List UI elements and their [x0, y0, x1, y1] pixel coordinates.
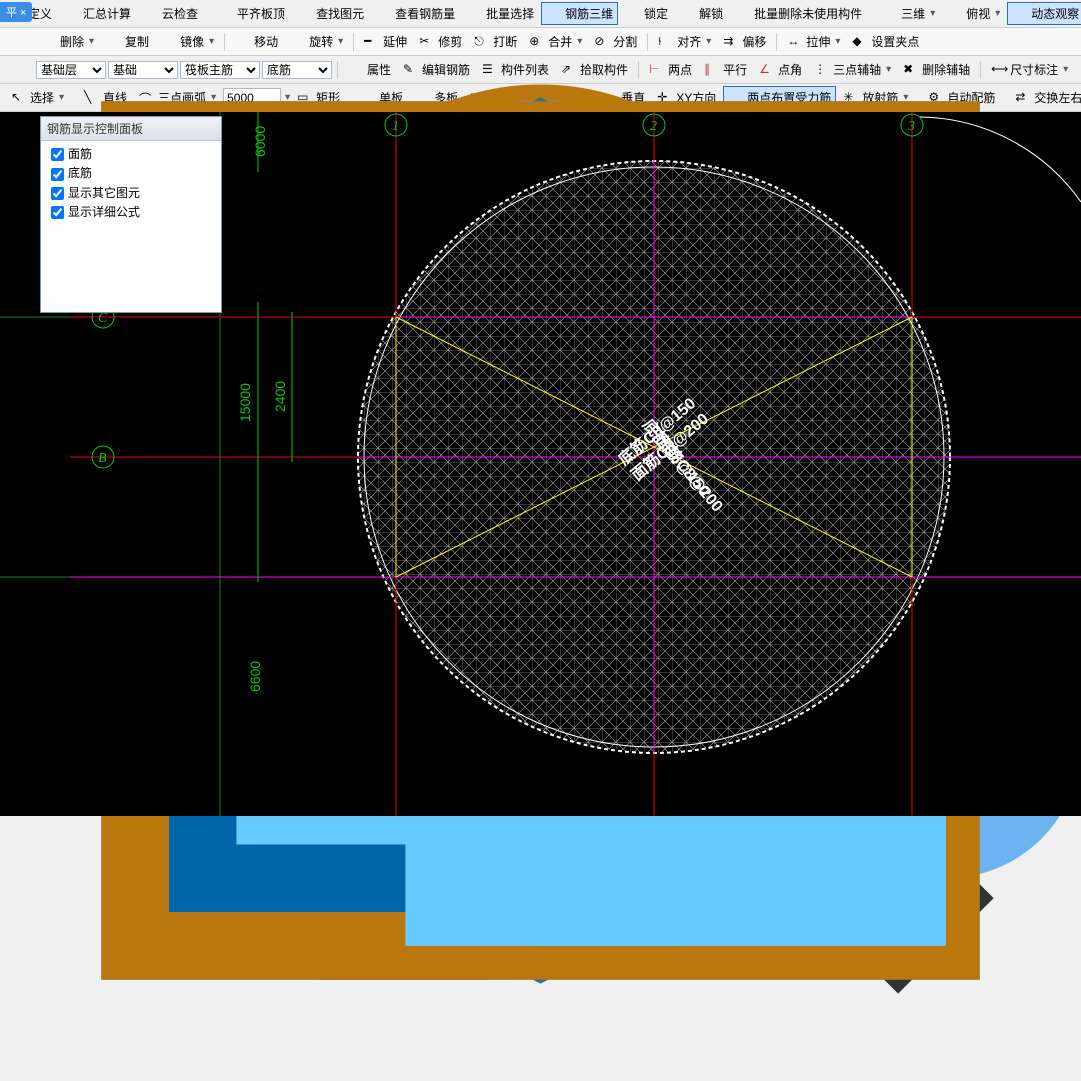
panel-item[interactable]: 显示其它图元 — [47, 184, 215, 203]
svg-text:B: B — [98, 451, 107, 466]
panel-item[interactable]: 显示详细公式 — [47, 203, 215, 222]
svg-text:1: 1 — [392, 119, 399, 134]
toolbar-draw: ↖选择▾ ╲直线 ⌒三点画弧▾ ▾ ▭矩形 单板 多板 ⬚自定义▾ 水平 垂直 … — [0, 84, 1081, 112]
panel-body: 面筋 底筋 显示其它图元 显示详细公式 — [41, 141, 221, 312]
svg-text:3: 3 — [907, 119, 915, 134]
checkbox-other[interactable] — [51, 187, 64, 200]
svg-text:2: 2 — [650, 119, 657, 134]
panel-item[interactable]: 面筋 — [47, 145, 215, 164]
svg-text:6000: 6000 — [252, 126, 268, 157]
checkbox-top[interactable] — [51, 148, 64, 161]
panel-title: 钢筋显示控制面板 — [41, 117, 221, 141]
svg-text:2400: 2400 — [272, 381, 288, 412]
rebar-display-panel[interactable]: 钢筋显示控制面板 面筋 底筋 显示其它图元 显示详细公式 — [40, 116, 222, 313]
panel-item[interactable]: 底筋 — [47, 164, 215, 183]
drawing-canvas[interactable]: 1 2 3 C B 6000 15000 2400 6600 底筋C8@150 … — [0, 112, 1081, 816]
checkbox-formula[interactable] — [51, 206, 64, 219]
svg-text:6600: 6600 — [247, 661, 263, 692]
checkbox-bottom[interactable] — [51, 168, 64, 181]
svg-text:15000: 15000 — [237, 383, 253, 422]
force-icon — [728, 90, 744, 106]
twoptforce-button[interactable]: 两点布置受力筋 — [723, 86, 836, 109]
